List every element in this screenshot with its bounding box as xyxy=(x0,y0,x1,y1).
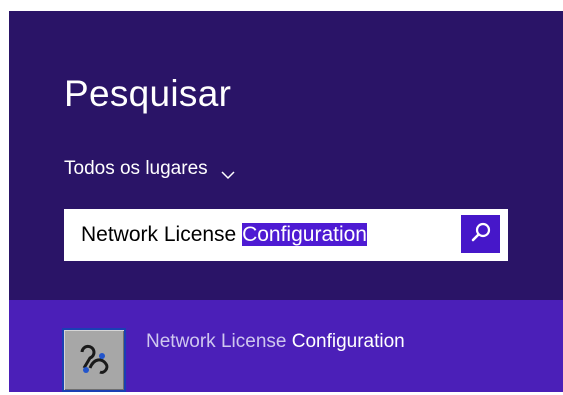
search-button[interactable] xyxy=(461,215,500,253)
chevron-down-icon xyxy=(221,164,235,180)
scope-dropdown[interactable]: Todos os lugares xyxy=(64,156,235,182)
search-result-item[interactable]: Network License Configuration xyxy=(9,300,563,392)
search-input[interactable]: Network License Configuration xyxy=(64,209,508,261)
search-results-list: Network License Configuration xyxy=(9,300,563,392)
scope-label: Todos os lugares xyxy=(64,158,208,179)
result-name-rest: Configuration xyxy=(286,331,405,352)
search-text-selection: Configuration xyxy=(242,223,367,246)
page-title: Pesquisar xyxy=(64,73,232,114)
result-app-name: Network License Configuration xyxy=(146,331,405,353)
network-license-app-icon xyxy=(62,328,126,392)
search-text-unselected: Network License xyxy=(81,223,243,246)
search-input-text[interactable]: Network License Configuration xyxy=(81,222,367,248)
search-charm-panel: Pesquisar Todos os lugares Network Licen… xyxy=(9,11,563,392)
search-icon xyxy=(470,221,492,248)
result-name-match: Network License xyxy=(146,331,287,352)
